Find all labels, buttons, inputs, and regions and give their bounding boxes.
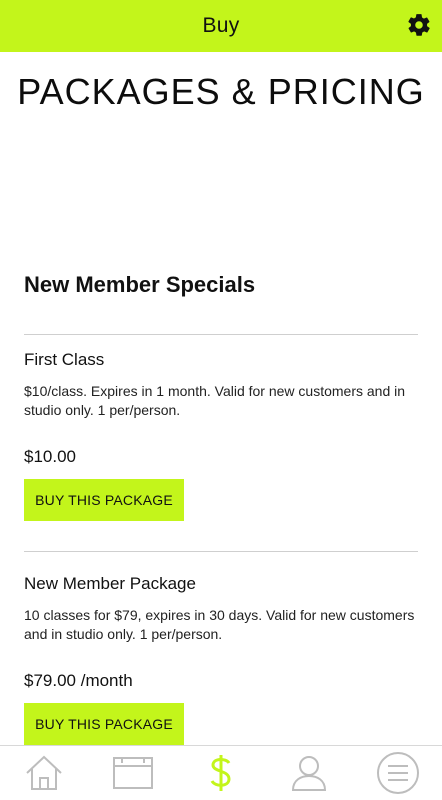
nav-buy[interactable]: [191, 748, 251, 798]
nav-profile[interactable]: [279, 748, 339, 798]
package-price: $10.00: [24, 447, 76, 466]
divider: [24, 334, 418, 335]
package-description: $10/class. Expires in 1 month. Valid for…: [24, 383, 406, 418]
profile-icon: [292, 756, 327, 791]
main-content: PACKAGES & PRICING New Member Specials F…: [0, 52, 442, 745]
dollar-icon: [210, 755, 231, 791]
gear-icon: [408, 14, 430, 36]
header-title: Buy: [202, 14, 240, 37]
nav-home[interactable]: [14, 748, 74, 798]
settings-button[interactable]: [404, 10, 434, 40]
nav-menu[interactable]: [368, 748, 428, 798]
home-icon: [26, 755, 62, 790]
buy-package-button[interactable]: BUY THIS PACKAGE: [24, 479, 184, 521]
top-bar: Buy: [0, 0, 442, 52]
calendar-icon: [112, 757, 153, 789]
divider: [24, 551, 418, 552]
section-title: New Member Specials: [24, 272, 256, 297]
buy-package-button[interactable]: BUY THIS PACKAGE: [24, 703, 184, 745]
nav-schedule[interactable]: [103, 748, 163, 798]
package-description: 10 classes for $79, expires in 30 days. …: [24, 607, 415, 642]
package-price: $79.00 /month: [24, 671, 133, 690]
package-name: New Member Package: [24, 574, 196, 593]
menu-icon: [376, 752, 419, 794]
package-name: First Class: [24, 350, 105, 369]
page-title: PACKAGES & PRICING: [17, 71, 425, 112]
bottom-nav: [0, 745, 442, 800]
